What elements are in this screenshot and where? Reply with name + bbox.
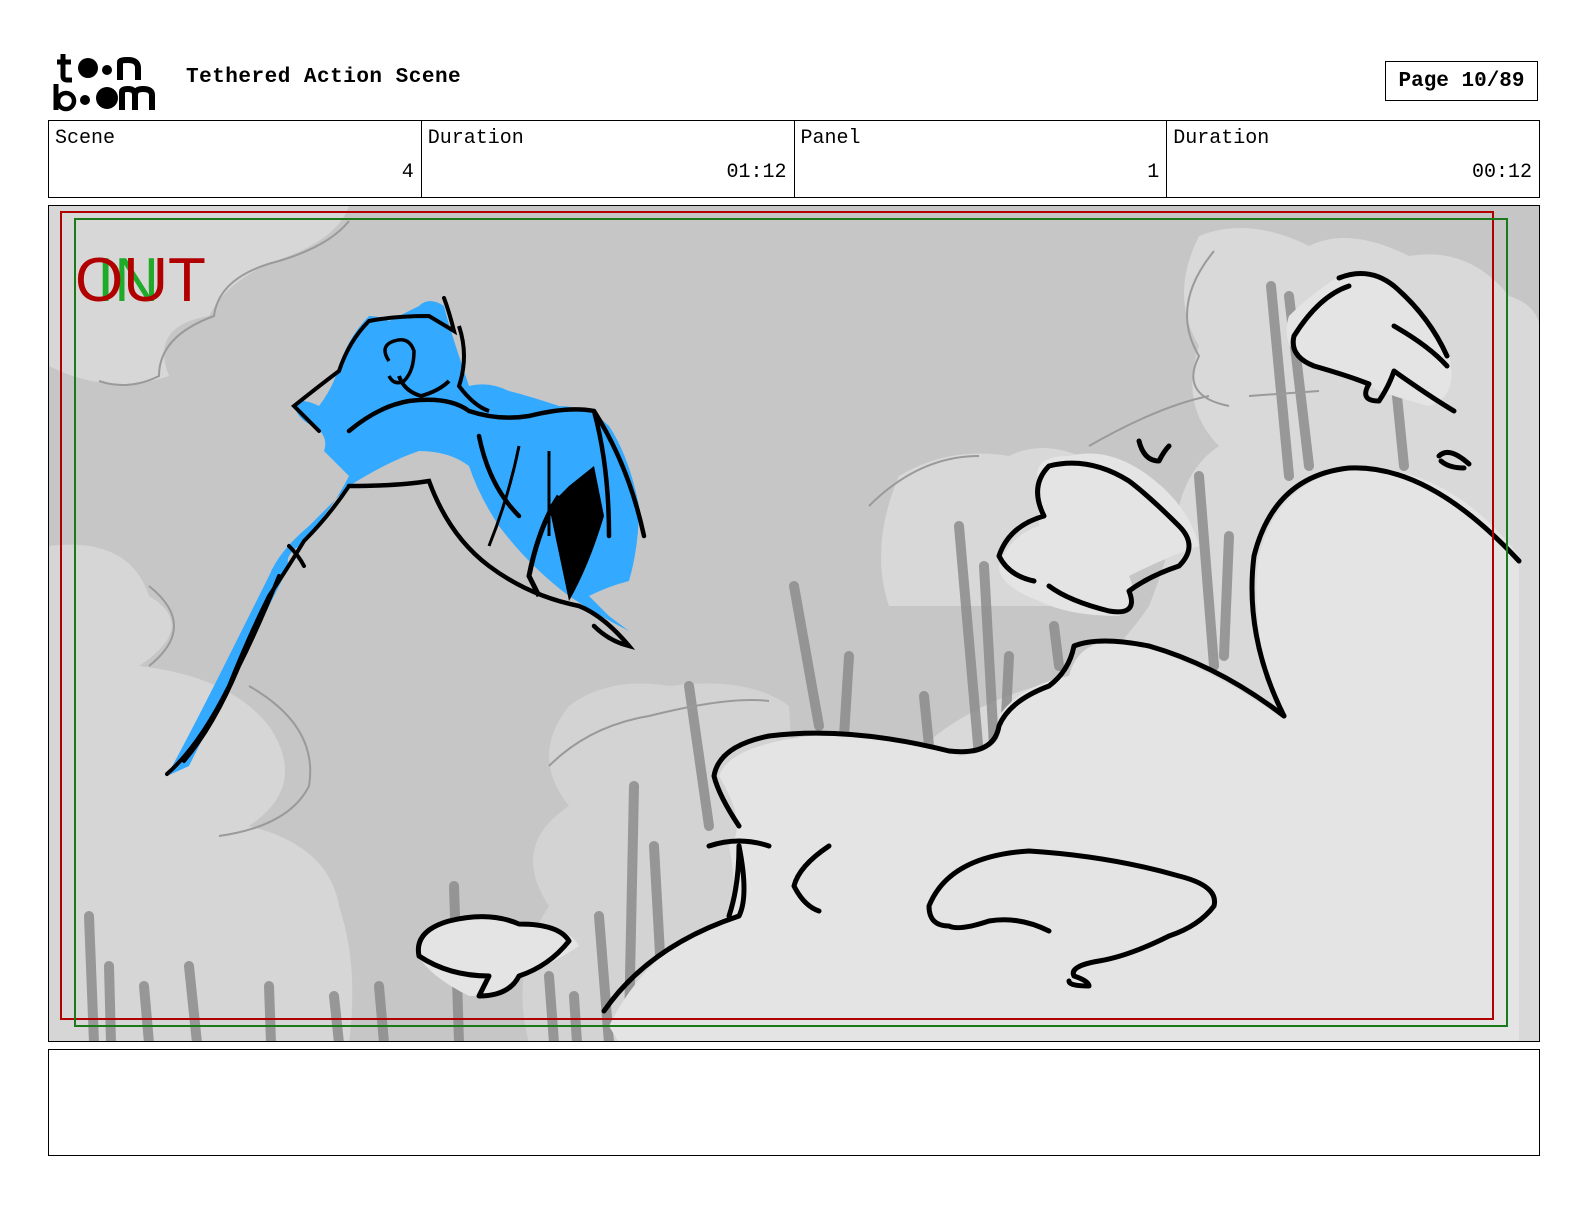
- storyboard-frame: IN OUT: [48, 205, 1540, 1042]
- panel-value: 1: [1147, 161, 1160, 184]
- toonboom-logo: [53, 54, 155, 112]
- scene-duration-cell: Duration 01:12: [422, 121, 795, 197]
- panel-duration-label: Duration: [1173, 127, 1270, 150]
- scene-value: 4: [401, 161, 414, 184]
- panel-duration-value: 00:12: [1471, 161, 1532, 184]
- panel-label: Panel: [800, 127, 861, 150]
- panel-cell: Panel 1: [795, 121, 1168, 197]
- page-indicator: Page 10/89: [1385, 61, 1538, 101]
- panel-drawing: IN OUT: [49, 206, 1539, 1041]
- scene-duration-value: 01:12: [726, 161, 787, 184]
- panel-notes: [48, 1049, 1540, 1156]
- scene-cell: Scene 4: [49, 121, 422, 197]
- scene-label: Scene: [55, 127, 116, 150]
- out-marker: OUT: [75, 246, 206, 315]
- scene-title: Tethered Action Scene: [186, 66, 462, 89]
- panel-duration-cell: Duration 00:12: [1167, 121, 1539, 197]
- scene-duration-label: Duration: [427, 127, 524, 150]
- info-table: Scene 4 Duration 01:12 Panel 1 Duration …: [48, 120, 1540, 198]
